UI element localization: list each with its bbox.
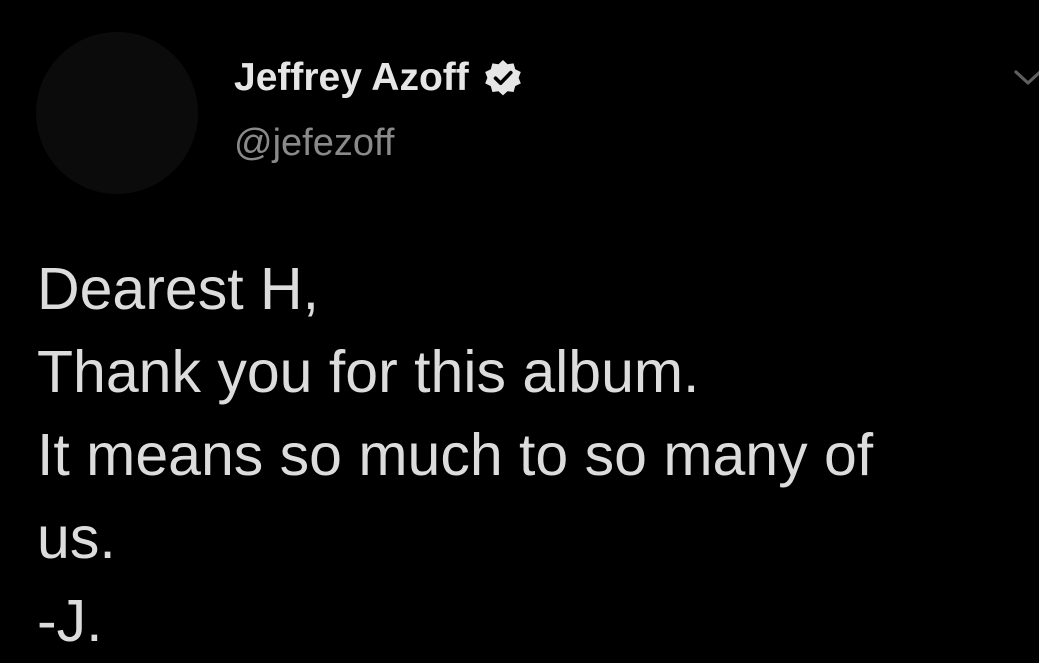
tweet-header: Jeffrey Azoff @jefezoff — [234, 50, 523, 190]
author-name-row: Jeffrey Azoff — [234, 50, 523, 106]
tweet-text-line: Thank you for this album. — [37, 339, 700, 405]
tweet-text-line: Dearest H, — [37, 256, 319, 322]
author-display-name[interactable]: Jeffrey Azoff — [234, 56, 469, 100]
tweet-text-line: It means so much to so many of — [37, 422, 874, 488]
chevron-down-icon[interactable] — [1012, 66, 1039, 90]
tweet-card: Jeffrey Azoff @jefezoff Dearest H, Thank… — [0, 0, 1039, 660]
tweet-text-line: -J. — [37, 588, 103, 654]
tweet-body: Dearest H, Thank you for this album. It … — [37, 248, 1017, 663]
author-handle[interactable]: @jefezoff — [234, 122, 523, 165]
avatar[interactable] — [36, 32, 198, 194]
verified-badge-icon — [483, 58, 523, 98]
tweet-text-line: us. — [37, 505, 116, 571]
